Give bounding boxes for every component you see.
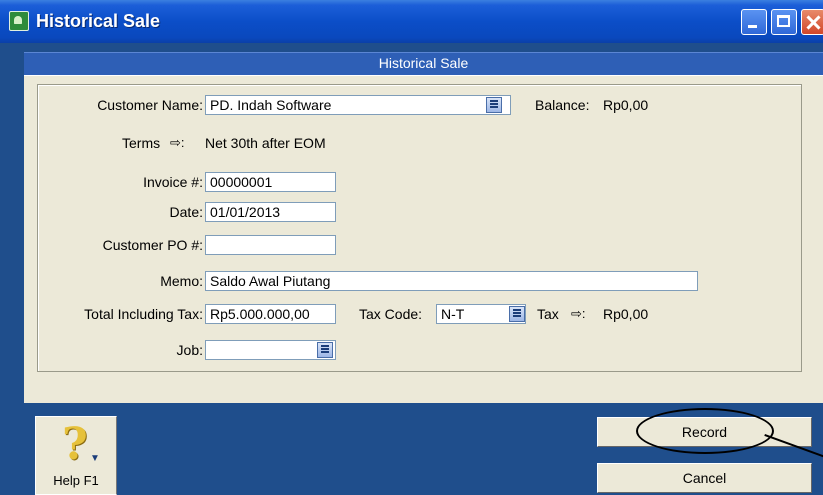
total-including-tax-label: Total Including Tax: [84,306,203,322]
highlight-ellipse [636,408,774,454]
form-panel: Customer Name: PD. Indah Software Balanc… [24,75,823,403]
date-field[interactable]: 01/01/2013 [205,202,336,222]
maximize-icon[interactable] [771,9,797,35]
question-mark-icon: ? [62,419,88,470]
window-title: Historical Sale [36,11,161,31]
date-label: Date: [169,204,203,220]
tax-code-dropdown-icon[interactable] [509,306,525,322]
invoice-label: Invoice #: [143,174,203,190]
customer-po-label: Customer PO #: [102,237,203,253]
customer-name-field[interactable]: PD. Indah Software [205,95,511,115]
job-dropdown-icon[interactable] [317,342,333,358]
job-label: Job: [176,342,203,358]
customer-name-dropdown-icon[interactable] [486,97,502,113]
form-group-box: Customer Name: PD. Indah Software Balanc… [37,84,802,372]
terms-arrow-icon[interactable]: ⇨: [170,134,185,152]
invoice-number-field[interactable]: 00000001 [205,172,336,192]
memo-field[interactable]: Saldo Awal Piutang [205,271,698,291]
customer-po-field[interactable] [205,235,336,255]
help-label: Help F1 [53,473,99,488]
total-including-tax-field[interactable]: Rp5.000.000,00 [205,304,336,324]
minimize-icon[interactable] [741,9,767,35]
cancel-button[interactable]: Cancel [597,463,812,493]
memo-label: Memo: [160,273,203,289]
close-icon[interactable] [801,9,823,35]
help-dropdown-icon: ▼ [90,453,100,464]
help-button[interactable]: ? ▼ Help F1 [35,416,117,495]
tax-label[interactable]: Tax [537,305,559,323]
balance-label: Balance: [535,97,590,113]
tax-value: Rp0,00 [603,306,649,322]
terms-value: Net 30th after EOM [205,135,326,151]
title-bar[interactable]: Historical Sale [0,0,823,43]
app-icon[interactable] [9,11,29,31]
tax-arrow-icon[interactable]: ⇨: [571,305,586,323]
section-header: Historical Sale [24,52,823,75]
tax-code-label: Tax Code: [359,306,423,322]
terms-label[interactable]: Terms [122,134,160,152]
balance-value: Rp0,00 [603,97,649,113]
customer-name-label: Customer Name: [97,97,203,113]
